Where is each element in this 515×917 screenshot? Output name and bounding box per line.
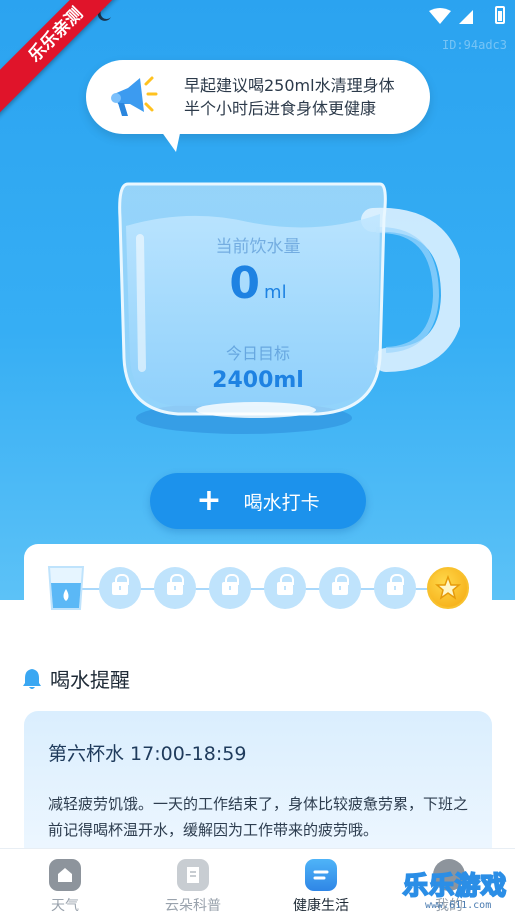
reminder-card-title: 第六杯水 17:00-18:59 [48, 743, 247, 765]
reminder-section-label: 喝水提醒 [50, 668, 130, 692]
plus-icon: + [196, 483, 222, 518]
tab-health[interactable]: 健康生活 [266, 849, 376, 917]
tab-weather[interactable]: 天气 [10, 849, 120, 917]
locked-cup-slot [264, 567, 306, 609]
star-reward-icon[interactable] [427, 567, 469, 609]
today-intake-label: 当前饮水量 [215, 237, 301, 257]
tip-line-1: 早起建议喝250ml水清理身体 [184, 76, 395, 95]
daily-goal-label: 今日目标 [225, 344, 290, 363]
lock-icon [387, 574, 404, 595]
reminder-section-title: 喝水提醒 [22, 664, 130, 693]
tip-bubble: 早起建议喝250ml水清理身体 半个小时后进食身体更健康 [86, 60, 430, 134]
lock-icon [277, 574, 294, 595]
locked-cup-slot [319, 567, 361, 609]
water-glass-icon[interactable] [46, 565, 86, 611]
watermark-url: www.611.com [425, 900, 492, 911]
lock-icon [167, 574, 184, 595]
reminder-card-body: 减轻疲劳饥饿。一天的工作结束了，身体比较疲惫劳累，下班之前记得喝杯温开水，缓解因… [48, 795, 469, 839]
locked-cup-slot [154, 567, 196, 609]
lock-icon [222, 574, 239, 595]
device-id: ID:94adc3 [441, 38, 507, 52]
locked-cup-slot [374, 567, 416, 609]
bell-icon [23, 668, 41, 689]
locked-cup-slot [99, 567, 141, 609]
drink-checkin-label: 喝水打卡 [243, 491, 320, 514]
lock-icon [332, 574, 349, 595]
water-cup-illustration [118, 182, 460, 434]
watermark-text: 乐乐游戏 [402, 870, 508, 901]
tip-line-2: 半个小时后进食身体更健康 [184, 99, 377, 118]
daily-goal-value: 2400ml [212, 368, 304, 393]
document-icon [177, 859, 209, 891]
drink-checkin-button[interactable]: + 喝水打卡 [150, 473, 366, 529]
signal-icon [429, 8, 473, 24]
lock-icon [112, 574, 129, 595]
reminder-card: 第六杯水 17:00-18:59 减轻疲劳饥饿。一天的工作结束了，身体比较疲惫劳… [24, 711, 492, 861]
tab-science-label: 云朵科普 [165, 898, 221, 914]
today-intake-number: 0 [229, 258, 261, 309]
locked-cup-slot [209, 567, 251, 609]
star-icon [434, 574, 462, 600]
home-icon [49, 859, 81, 891]
battery-icon [495, 6, 505, 24]
tip-bubble-tail [156, 124, 182, 152]
health-icon [305, 859, 337, 891]
megaphone-icon [111, 76, 158, 116]
watermark: 乐乐游戏 www.611.com [397, 864, 515, 917]
tab-health-label: 健康生活 [293, 898, 349, 914]
tab-science[interactable]: 云朵科普 [138, 849, 248, 917]
tab-weather-label: 天气 [51, 898, 79, 914]
tip-text: 早起建议喝250ml水清理身体 半个小时后进食身体更健康 [184, 74, 395, 120]
today-intake-unit: ml [264, 282, 287, 303]
today-intake-value: 0 ml [108, 258, 408, 309]
